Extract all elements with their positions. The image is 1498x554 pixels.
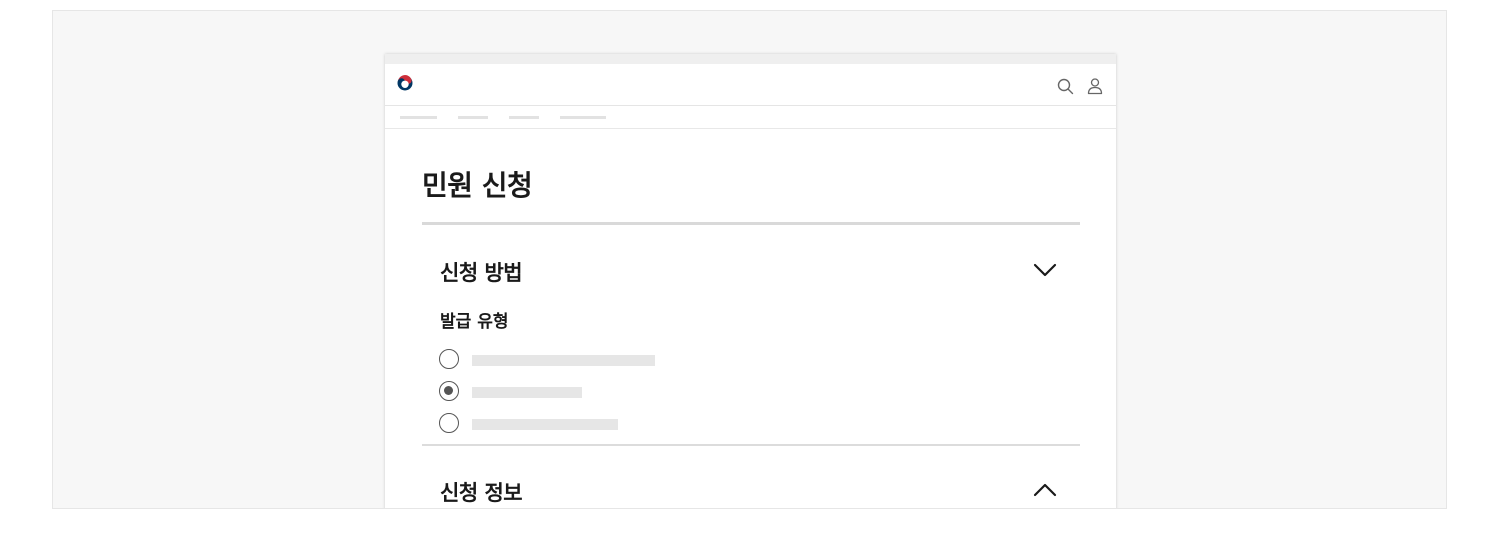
option-label-placeholder xyxy=(472,387,582,398)
preview-canvas: 민원 신청 신청 방법 발급 유형 신청 정보 xyxy=(52,10,1447,509)
nav-item-placeholder[interactable] xyxy=(458,116,488,119)
radio-button-selected[interactable] xyxy=(439,381,459,401)
user-icon[interactable] xyxy=(1086,77,1104,95)
nav-item-placeholder[interactable] xyxy=(509,116,539,119)
page-title: 민원 신청 xyxy=(422,169,533,202)
section-divider xyxy=(422,444,1080,446)
site-header xyxy=(385,64,1116,106)
search-icon[interactable] xyxy=(1057,78,1074,95)
section-title-application-method[interactable]: 신청 방법 xyxy=(440,257,523,287)
radio-button[interactable] xyxy=(439,413,459,433)
government-logo-icon[interactable] xyxy=(397,75,413,91)
chevron-down-icon[interactable] xyxy=(1033,262,1057,278)
frame-top-bar xyxy=(385,54,1116,64)
section-title-application-info[interactable]: 신청 정보 xyxy=(440,477,523,507)
nav-item-placeholder[interactable] xyxy=(400,116,437,119)
main-navigation xyxy=(385,106,1116,129)
title-divider xyxy=(422,222,1080,225)
option-label-placeholder xyxy=(472,419,618,430)
radio-button[interactable] xyxy=(439,349,459,369)
issuance-type-label: 발급 유형 xyxy=(440,312,509,332)
issuance-type-option-1[interactable] xyxy=(439,349,699,373)
issuance-type-option-2[interactable] xyxy=(439,381,699,405)
chevron-up-icon[interactable] xyxy=(1033,482,1057,498)
issuance-type-option-3[interactable] xyxy=(439,413,699,437)
browser-frame: 민원 신청 신청 방법 발급 유형 신청 정보 xyxy=(385,54,1116,508)
nav-item-placeholder[interactable] xyxy=(560,116,606,119)
option-label-placeholder xyxy=(472,355,655,366)
